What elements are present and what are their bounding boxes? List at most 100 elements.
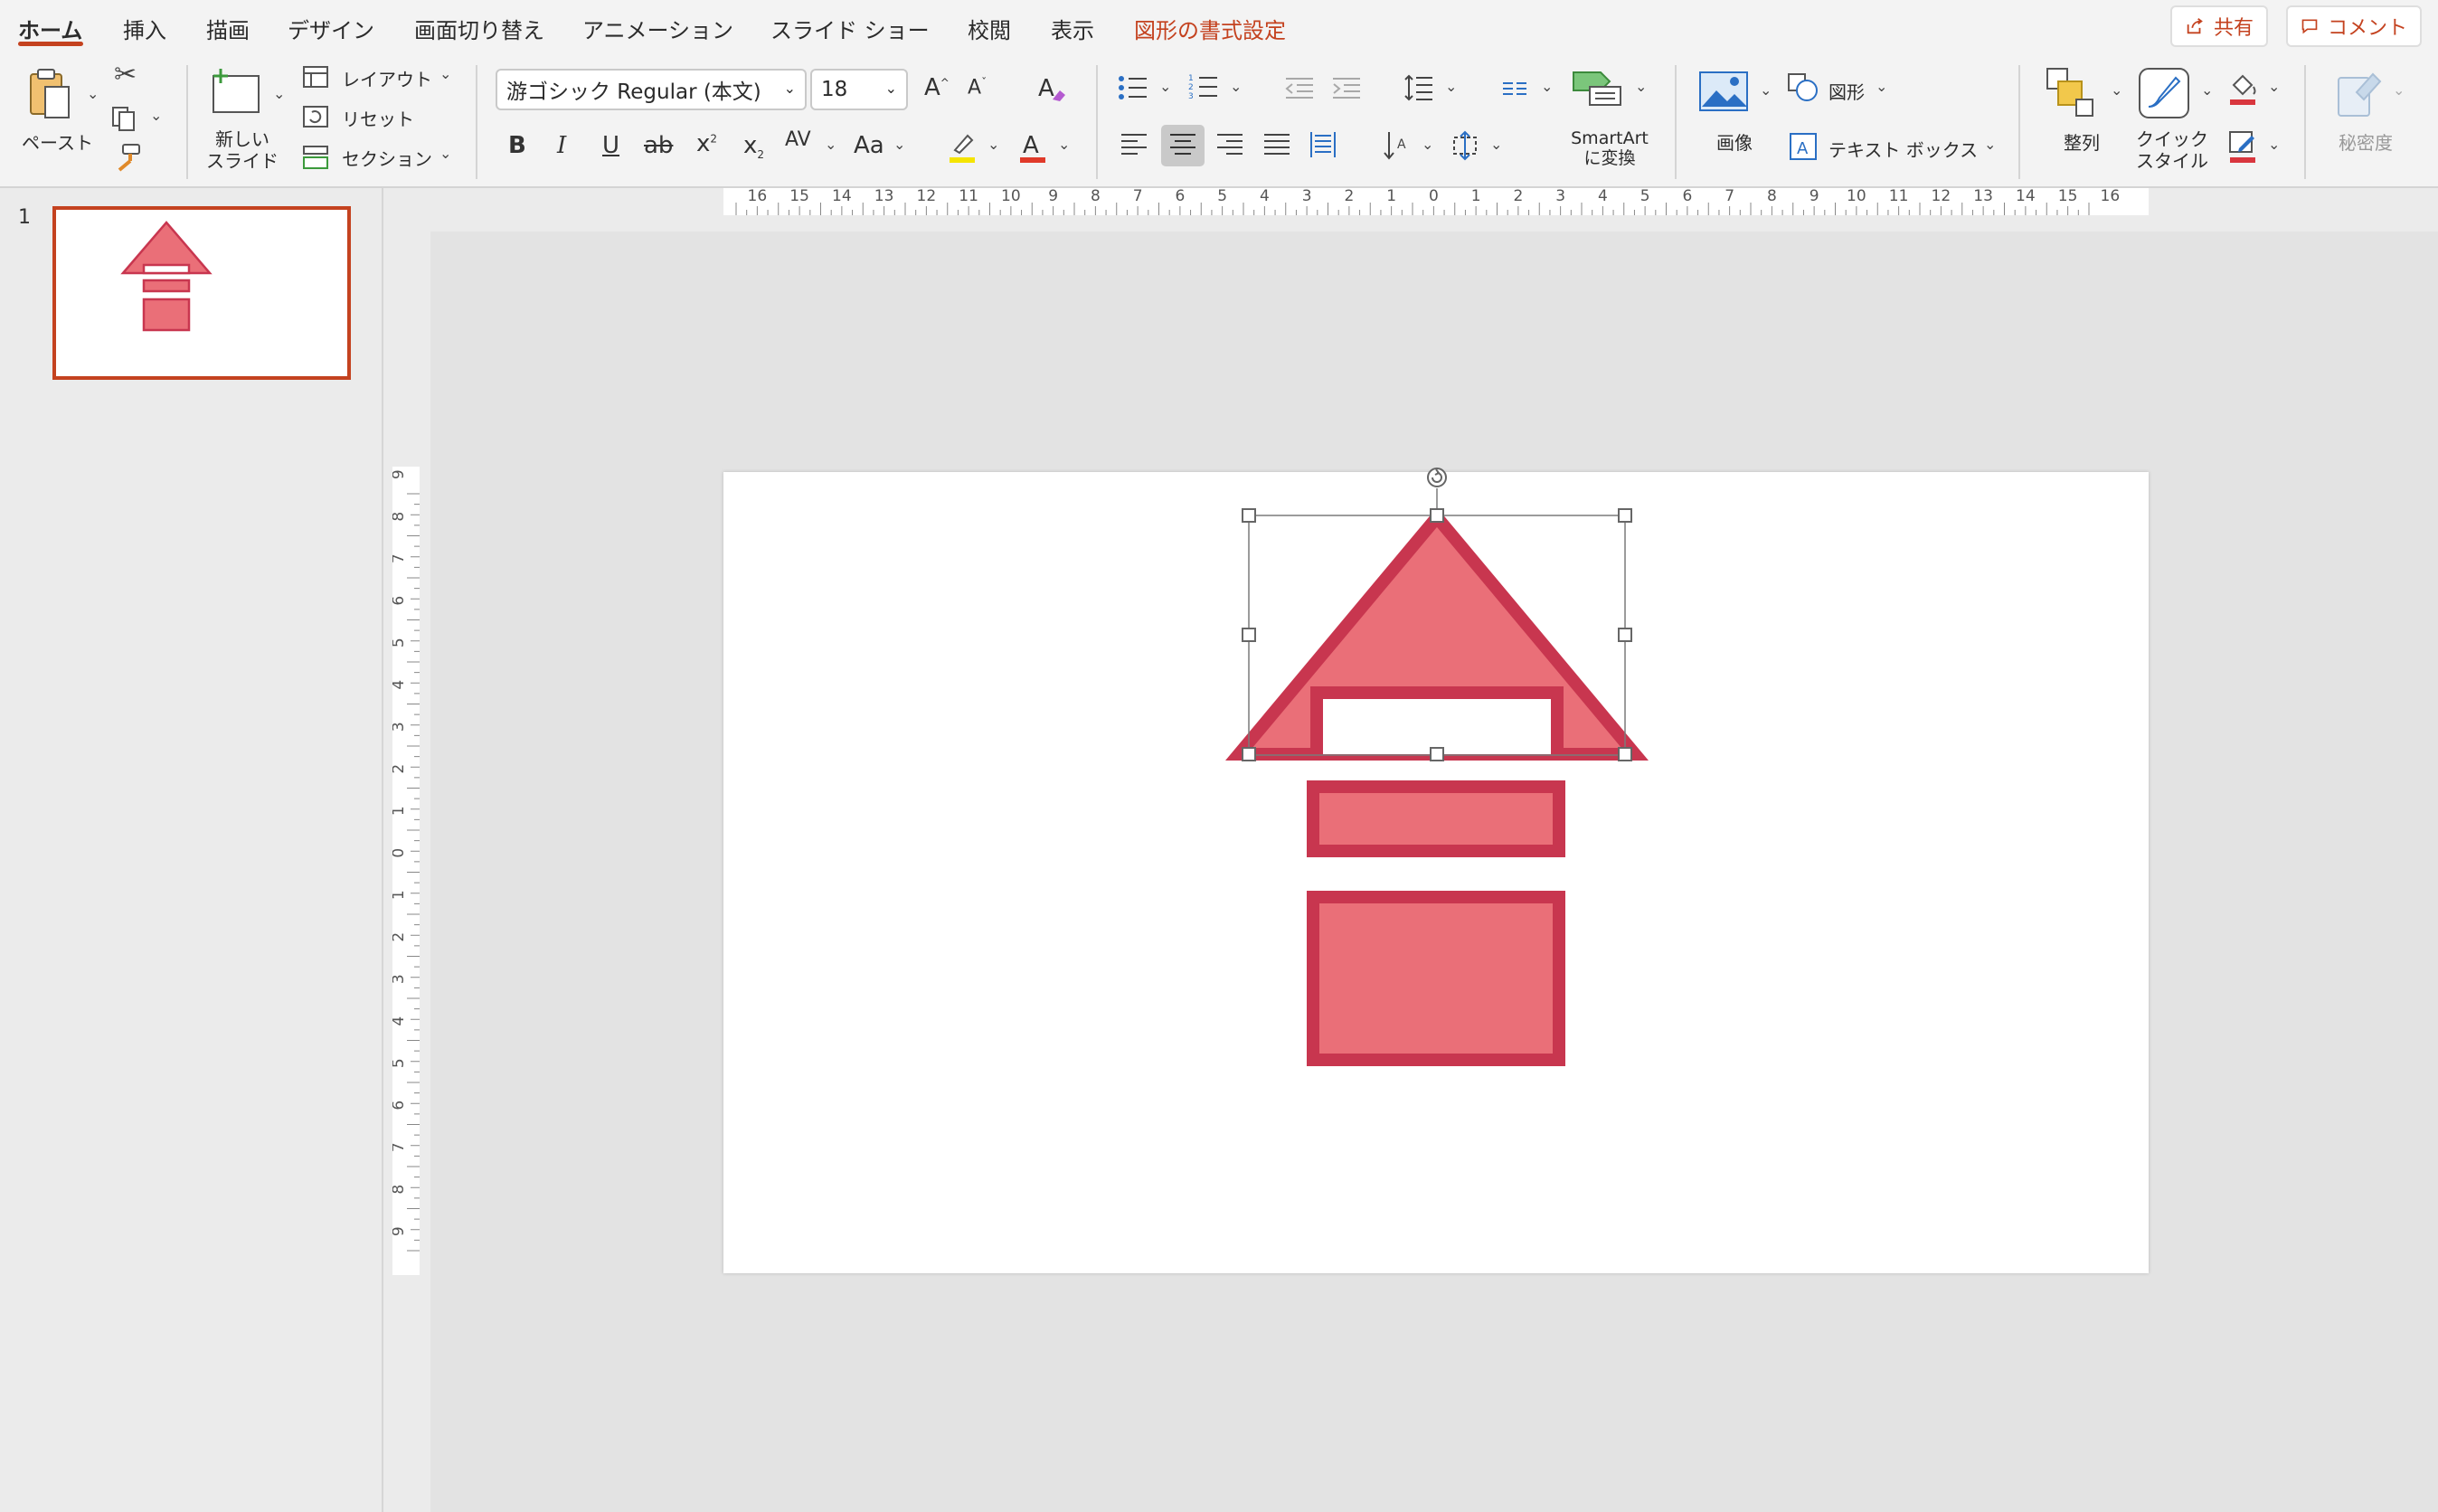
new-slide-dropdown-icon[interactable]: ⌄: [273, 85, 285, 102]
paste-button[interactable]: [22, 65, 94, 128]
line-spacing-icon[interactable]: [1403, 72, 1434, 103]
subscript-button[interactable]: x2: [743, 132, 764, 161]
vertical-ruler[interactable]: 9 8 7 6 5 4 3 2 1 0 1 2 3 4 5 6 7 8 9: [390, 467, 420, 1275]
slide-thumbnail[interactable]: [52, 206, 351, 380]
text-direction-dropdown-icon[interactable]: ⌄: [1422, 136, 1433, 153]
section-dropdown-icon[interactable]: ⌄: [439, 145, 451, 162]
increase-indent-icon[interactable]: [1331, 76, 1362, 101]
comment-button[interactable]: コメント: [2286, 5, 2422, 47]
copy-dropdown-icon[interactable]: ⌄: [150, 107, 162, 124]
shapes-icon[interactable]: [1787, 72, 1819, 103]
arrange-icon[interactable]: [2046, 67, 2098, 119]
columns-icon[interactable]: [1501, 78, 1528, 99]
copy-icon[interactable]: [110, 105, 141, 132]
new-slide-icon[interactable]: [208, 65, 266, 123]
smartart-dropdown-icon[interactable]: ⌄: [1635, 78, 1647, 95]
resize-handle-top[interactable]: [1430, 508, 1444, 523]
font-color-icon[interactable]: A: [1016, 128, 1049, 165]
tab-review[interactable]: 校閲: [968, 13, 1011, 44]
cut-icon[interactable]: ✂: [114, 61, 137, 89]
resize-handle-top-right[interactable]: [1618, 508, 1632, 523]
format-painter-icon[interactable]: [112, 141, 143, 172]
character-spacing-dropdown-icon[interactable]: ⌄: [825, 136, 836, 153]
align-left-icon[interactable]: [1120, 132, 1148, 157]
resize-handle-bottom-left[interactable]: [1242, 747, 1256, 761]
section-button[interactable]: セクション: [342, 145, 432, 171]
reset-button[interactable]: リセット: [342, 105, 414, 131]
font-family-select[interactable]: 游ゴシック Regular (本文) ⌄: [496, 69, 807, 110]
numbering-icon[interactable]: 123: [1188, 72, 1219, 101]
font-size-select[interactable]: 18 ⌄: [810, 69, 908, 110]
sensitivity-icon[interactable]: [2335, 65, 2386, 121]
italic-button[interactable]: I: [557, 132, 566, 159]
horizontal-ruler[interactable]: 16 15 14 13 12 11 10 9 8 7 6 5 4 3 2 1 0 1 2 3 4 5 6 7 8 9 10 11 12 1…: [723, 187, 2149, 215]
line-spacing-dropdown-icon[interactable]: ⌄: [1445, 78, 1457, 95]
change-case-button[interactable]: Aa: [854, 132, 884, 159]
align-center-button[interactable]: [1161, 125, 1205, 166]
distributed-icon[interactable]: [1308, 130, 1338, 159]
quick-styles-label[interactable]: クイック スタイル: [2134, 128, 2210, 172]
middle-bar-shape[interactable]: [1307, 780, 1565, 857]
justify-icon[interactable]: [1262, 132, 1291, 157]
tab-shape-format[interactable]: 図形の書式設定: [1134, 13, 1286, 44]
shapes-dropdown-icon[interactable]: ⌄: [1876, 78, 1887, 95]
paste-dropdown-icon[interactable]: ⌄: [87, 85, 99, 102]
bottom-block-shape[interactable]: [1307, 891, 1565, 1066]
resize-handle-right[interactable]: [1618, 628, 1632, 642]
bullets-icon[interactable]: [1118, 74, 1148, 101]
bullets-dropdown-icon[interactable]: ⌄: [1159, 78, 1171, 95]
textbox-icon[interactable]: A: [1789, 132, 1818, 161]
decrease-indent-icon[interactable]: [1284, 76, 1315, 101]
layout-dropdown-icon[interactable]: ⌄: [439, 65, 451, 82]
textbox-dropdown-icon[interactable]: ⌄: [1984, 136, 1996, 153]
smartart-icon[interactable]: [1570, 67, 1626, 109]
new-slide-label[interactable]: 新しい スライド: [206, 128, 279, 172]
character-spacing-button[interactable]: AV: [785, 128, 811, 151]
quick-styles-icon[interactable]: [2136, 65, 2192, 121]
grow-font-button[interactable]: A^: [924, 74, 950, 101]
shape-outline-dropdown-icon[interactable]: ⌄: [2268, 136, 2280, 153]
shape-fill-icon[interactable]: [2226, 71, 2259, 107]
align-text-dropdown-icon[interactable]: ⌄: [1490, 136, 1502, 153]
numbering-dropdown-icon[interactable]: ⌄: [1230, 78, 1242, 95]
align-right-icon[interactable]: [1215, 132, 1244, 157]
smartart-button-label[interactable]: SmartArt に変換: [1557, 128, 1662, 168]
picture-dropdown-icon[interactable]: ⌄: [1760, 81, 1772, 99]
tab-home[interactable]: ホーム: [18, 13, 82, 44]
resize-handle-left[interactable]: [1242, 628, 1256, 642]
picture-icon[interactable]: [1698, 71, 1749, 112]
underline-button[interactable]: U: [602, 132, 619, 159]
clear-formatting-icon[interactable]: A: [1036, 72, 1069, 105]
shrink-font-button[interactable]: Aˇ: [968, 76, 987, 99]
shape-outline-icon[interactable]: [2226, 128, 2259, 165]
highlight-icon[interactable]: [946, 128, 978, 165]
highlight-dropdown-icon[interactable]: ⌄: [987, 136, 999, 153]
tab-slideshow[interactable]: スライド ショー: [770, 13, 930, 44]
change-case-dropdown-icon[interactable]: ⌄: [893, 136, 905, 153]
font-color-dropdown-icon[interactable]: ⌄: [1058, 136, 1070, 153]
tab-view[interactable]: 表示: [1051, 13, 1094, 44]
layout-button[interactable]: レイアウト: [342, 65, 432, 91]
quick-styles-dropdown-icon[interactable]: ⌄: [2201, 81, 2213, 99]
columns-dropdown-icon[interactable]: ⌄: [1541, 78, 1553, 95]
tab-draw[interactable]: 描画: [206, 13, 250, 44]
text-direction-icon[interactable]: A: [1382, 128, 1413, 163]
tab-animations[interactable]: アニメーション: [582, 13, 733, 44]
arrange-dropdown-icon[interactable]: ⌄: [2111, 81, 2122, 99]
strikethrough-button[interactable]: ab: [644, 132, 673, 159]
align-text-icon[interactable]: [1451, 130, 1485, 161]
shapes-button[interactable]: 図形: [1828, 78, 1865, 104]
textbox-button[interactable]: テキスト ボックス: [1828, 136, 1978, 162]
shape-fill-dropdown-icon[interactable]: ⌄: [2268, 78, 2280, 95]
sensitivity-dropdown-icon[interactable]: ⌄: [2393, 81, 2405, 99]
tab-insert[interactable]: 挿入: [123, 13, 166, 44]
share-button[interactable]: 共有: [2170, 5, 2268, 47]
tab-transitions[interactable]: 画面切り替え: [414, 13, 544, 44]
superscript-button[interactable]: x2: [696, 130, 717, 157]
bold-button[interactable]: B: [508, 132, 526, 159]
resize-handle-bottom[interactable]: [1430, 747, 1444, 761]
resize-handle-top-left[interactable]: [1242, 508, 1256, 523]
tab-design[interactable]: デザイン: [288, 13, 374, 44]
rotate-handle-icon[interactable]: [1427, 468, 1447, 487]
resize-handle-bottom-right[interactable]: [1618, 747, 1632, 761]
